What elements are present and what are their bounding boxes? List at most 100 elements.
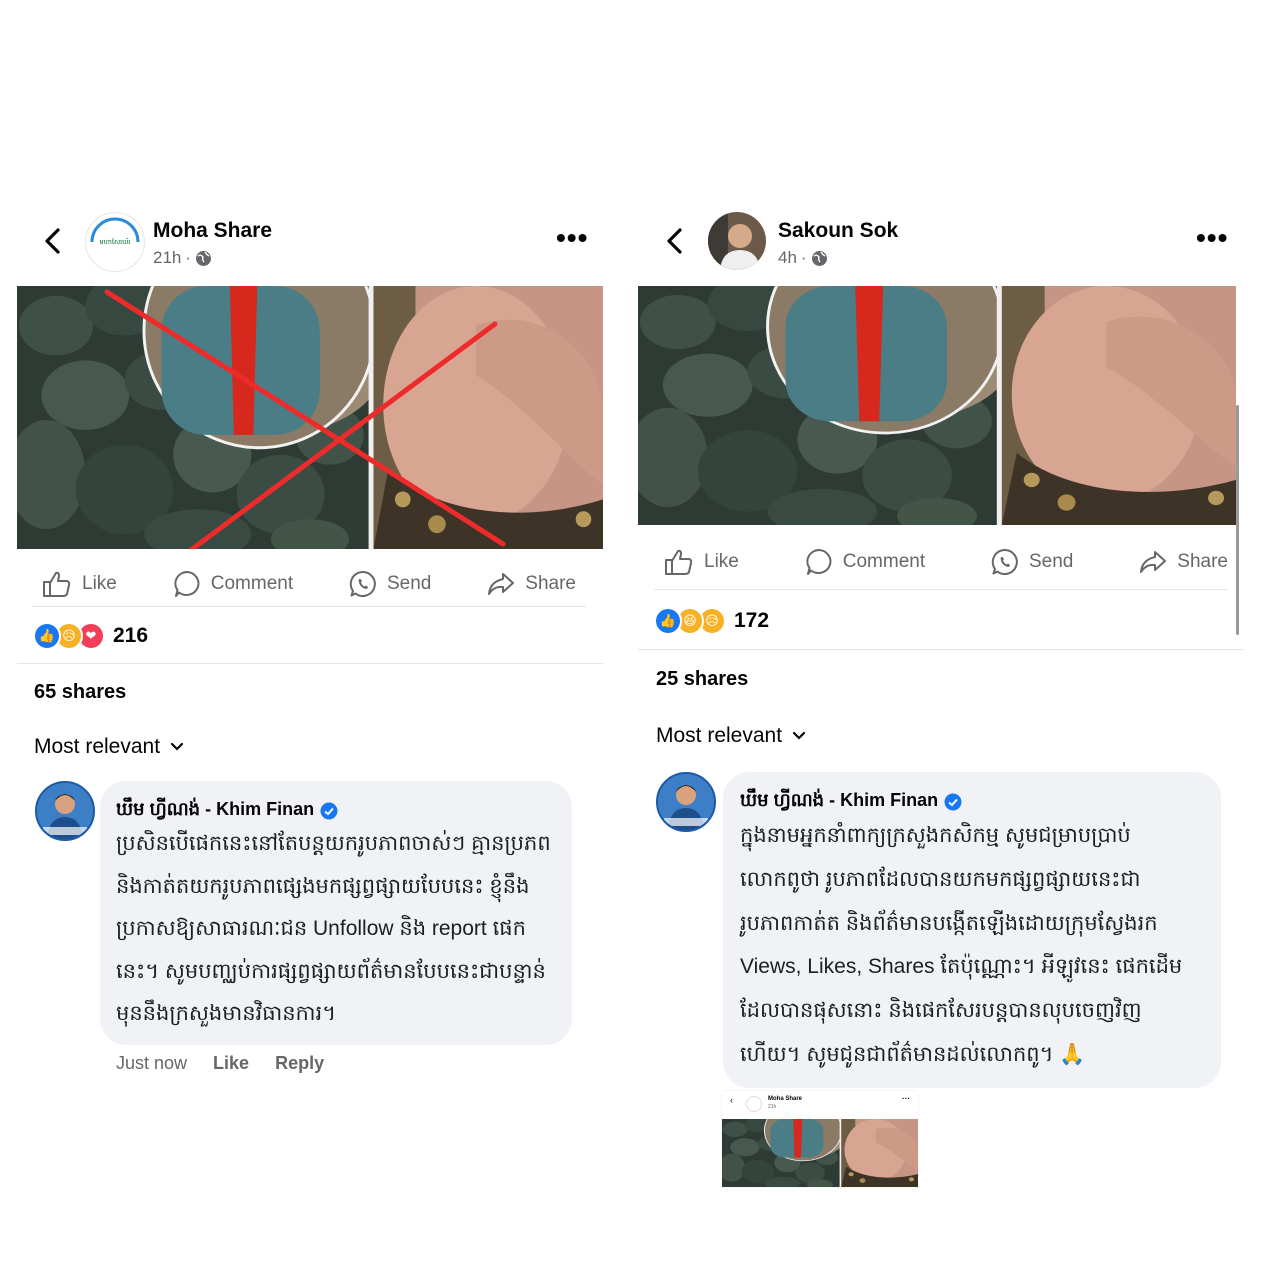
commenter-photo [37,783,93,839]
like-button[interactable]: Like [42,570,117,598]
share-count[interactable]: 65 shares [34,681,126,704]
post-photo[interactable] [17,286,603,549]
comment-line: នេះ។ សូមបញ្ឈប់ការផ្សព្វផ្សាយព័ត៌មានបែបនេ… [116,959,546,983]
author-name[interactable]: Moha Share [153,219,272,243]
thumb-more-icon: ··· [902,1094,910,1103]
thumb-time: 21h · [768,1104,780,1110]
share-arrow-icon [488,573,515,595]
commenter-name-row: ឃឹម ហ្វីណង់ - Khim Finan [116,797,338,824]
like-reaction-icon: 👍 [654,607,682,635]
more-options-icon[interactable]: ••• [1196,222,1228,254]
comment-line: ក្នុងនាមអ្នកនាំពាក្យក្រសួងកសិកម្ម សូមជម្… [740,824,1131,847]
commenter-avatar[interactable] [35,781,95,841]
comment-line: លោកពូថា រូបភាពដែលបានយកមកផ្សព្វផ្សាយនេះជា [740,867,1141,891]
comment-line: មុននឹងក្រសួងមានវិធានការ។ [116,1002,337,1025]
thumb-image [722,1119,918,1187]
divider [638,649,1244,650]
share-label: Share [525,573,576,594]
share-button[interactable]: Share [487,571,576,597]
thumbs-up-icon [665,549,693,575]
whatsapp-icon [349,570,376,597]
reaction-summary[interactable]: 👍 😥 ❤ 216 [33,622,148,650]
post-image [638,286,1236,525]
comment-button[interactable]: Comment [805,548,925,576]
comment-sort-dropdown[interactable]: Most relevant [656,724,806,748]
comment-attachment-screenshot[interactable]: ‹ Moha Share 21h · ··· [722,1091,918,1187]
page-avatar[interactable]: មហាសែរឃ័រ [85,212,145,272]
post-meta: 4h · [778,248,828,268]
author-name[interactable]: Sakoun Sok [778,219,898,243]
comment-line: ដែលបានផុសនោះ និងផេកសែរបន្តបានលុបចេញវិញ [740,999,1142,1023]
share-button[interactable]: Share [1139,549,1228,575]
action-bar: Like Comment Send Share [664,542,1228,582]
comment-text: ក្នុងនាមអ្នកនាំពាក្យក្រសួងកសិកម្ម សូមជម្… [740,814,1182,1077]
thumb-author: Moha Share [768,1096,803,1102]
comment-line: ប្រកាសឱ្យសាធារណៈជន Unfollow និង report ផ… [116,917,526,940]
comment-sort-dropdown[interactable]: Most relevant [34,735,184,759]
comment-button[interactable]: Comment [173,570,293,598]
verified-badge-icon [944,793,962,810]
scrollbar-thumb[interactable] [1236,405,1239,635]
comment-line: ប្រសិនបើផេកនេះនៅតែបន្តយករូបភាពចាស់ៗ គ្មា… [116,832,551,855]
comment-reply-button[interactable]: Reply [275,1053,324,1074]
reaction-summary[interactable]: 👍 😆 😥 172 [654,607,769,635]
share-count[interactable]: 25 shares [656,668,748,691]
back-arrow-icon[interactable] [40,226,66,256]
post-time[interactable]: 4h [778,248,797,268]
send-button[interactable]: Send [991,548,1073,576]
like-label: Like [82,573,117,594]
comment-line: Views, Likes, Shares តែប៉ុណ្ណោះ។ អីឡូវនេ… [740,955,1183,979]
whatsapp-icon [991,548,1018,575]
divider [32,606,586,607]
comment-label: Comment [842,551,926,572]
send-label: Send [387,573,432,594]
globe-icon [196,250,212,266]
red-x-mark [104,289,506,549]
author-avatar[interactable] [708,212,766,270]
divider [654,589,1228,590]
share-label: Share [1177,551,1228,572]
comment-line: រូបភាពកាត់ត និងព័ត៌មានបង្កើតឡើងដោយក្រុមស… [740,911,1158,935]
like-reaction-icon: 👍 [33,622,61,650]
comment-time: Just now [116,1053,188,1073]
reaction-count: 172 [734,609,770,632]
comment-label: Comment [210,573,294,594]
send-label: Send [1029,551,1074,572]
post-moha-share: មហាសែរឃ័រ Moha Share 21h · ••• Like Comm… [0,200,620,1073]
post-header: មហាសែរឃ័រ Moha Share 21h · ••• [0,200,620,286]
comment-bubble-icon [806,549,832,575]
post-header: Sakoun Sok 4h · ••• [630,200,1260,286]
sort-label: Most relevant [34,735,161,758]
comment-text: ប្រសិនបើផេកនេះនៅតែបន្តយករូបភាពចាស់ៗ គ្មា… [116,823,551,1036]
comment-line: និងកាត់តយករូបភាពផ្សេងមកផ្សព្វផ្សាយបែបនេះ… [116,874,530,898]
comment-like-button[interactable]: Like [213,1053,249,1074]
more-options-icon[interactable]: ••• [556,222,588,254]
send-button[interactable]: Send [349,570,431,598]
comment-line: ហើយ។ សូមជូនជាព័ត៌មានដល់លោកពូ។ 🙏 [740,1042,1086,1066]
action-bar: Like Comment Send Share [42,564,576,604]
comment-footer: Just now Like Reply [116,1053,324,1074]
comment-bubble-icon [174,571,200,597]
back-arrow-icon[interactable] [662,226,688,256]
sort-label: Most relevant [656,724,783,747]
svg-text:មហាសែរឃ័រ: មហាសែរឃ័រ [100,237,131,246]
commenter-avatar[interactable] [656,772,716,832]
chevron-down-icon [792,731,806,740]
like-label: Like [704,551,739,572]
globe-icon [811,250,827,266]
chevron-down-icon [170,742,184,751]
meta-dot: · [800,248,807,267]
moha-share-logo: មហាសែរឃ័រ [88,215,142,269]
commenter-photo [658,774,714,830]
commenter-name[interactable]: ឃឹម ហ្វីណង់ - Khim Finan [740,788,938,815]
post-meta: 21h · [153,248,212,268]
reaction-count: 216 [113,624,149,647]
thumb-page-avatar [746,1096,762,1112]
post-photo[interactable] [638,286,1236,525]
author-photo [708,212,766,270]
meta-dot: · [185,248,192,267]
commenter-name[interactable]: ឃឹម ហ្វីណង់ - Khim Finan [116,797,314,824]
post-sakoun-sok: Sakoun Sok 4h · ••• Like Comment Send Sh… [630,200,1260,1187]
post-time[interactable]: 21h [153,248,181,268]
like-button[interactable]: Like [664,548,739,576]
